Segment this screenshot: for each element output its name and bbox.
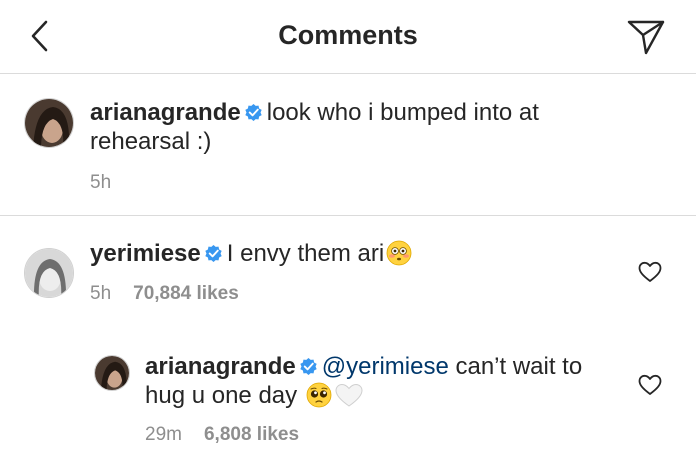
white-heart-emoji-icon [335,383,363,407]
caption-timestamp: 5h [90,172,112,193]
avatar-photo [95,356,129,390]
flushed-face-emoji-icon [386,240,412,266]
caption-text: arianagrande look who i bumped into at r… [90,98,570,156]
avatar[interactable] [24,248,74,298]
caption-layer: arianagrande look who i bumped into at r… [0,74,696,216]
comment-username[interactable]: yerimiese [90,240,201,267]
mention-link[interactable]: @yerimiese [322,353,449,380]
pleading-face-emoji-icon [306,382,332,408]
caption-meta: 5h [90,172,111,194]
reply-item: arianagrande @yerimiese can’t wait to hu… [0,336,696,473]
comment-item: yerimiese I envy them ari 5h 70,884 likes [0,216,696,336]
verified-badge-icon [205,244,222,263]
reply-body-line1: can’t wait to [455,353,583,380]
like-heart-icon[interactable] [638,261,662,283]
comments-header: Comments [0,0,696,74]
like-heart-icon[interactable] [638,374,662,396]
caption-username[interactable]: arianagrande [90,99,241,126]
verified-badge-icon [300,357,317,376]
comment-likes-count[interactable]: 70,884 likes [133,283,239,304]
reply-likes-count[interactable]: 6,808 likes [204,424,299,445]
comment-timestamp: 5h [90,283,112,304]
reply-body-line2: hug u one day [145,382,298,409]
comment-text: yerimiese I envy them ari [90,239,570,268]
comment-body: I envy them ari [226,240,385,267]
comment-meta: 5h 70,884 likes [90,283,239,305]
reply-timestamp: 29m [145,424,182,445]
verified-badge-icon [245,103,262,122]
reply-username[interactable]: arianagrande [145,353,296,380]
reply-meta: 29m 6,808 likes [145,424,299,446]
direct-share-icon[interactable] [626,18,666,56]
avatar[interactable] [94,355,130,391]
avatar-photo [25,249,73,297]
reply-text: arianagrande @yerimiese can’t wait to hu… [145,352,605,410]
page-title: Comments [278,20,418,50]
